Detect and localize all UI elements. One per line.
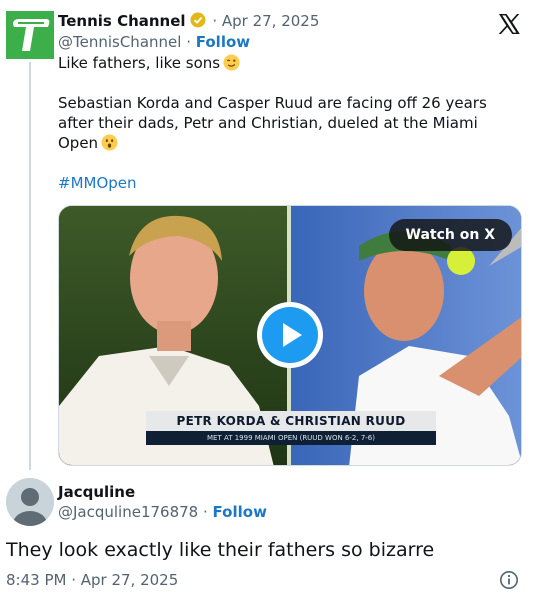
tweet-date[interactable]: Apr 27, 2025 (222, 12, 320, 30)
info-icon[interactable] (499, 570, 519, 590)
reply-timestamp[interactable]: 8:43 PM · Apr 27, 2025 (6, 570, 178, 590)
default-avatar-icon (6, 478, 54, 526)
video-media[interactable]: Watch on X PETR KORDA & CHRISTIAN RUUD M… (58, 205, 522, 466)
video-caption-title: PETR KORDA & CHRISTIAN RUUD (146, 411, 436, 431)
tweet-text: Like fathers, like sons Sebastian Korda … (58, 53, 518, 193)
verified-badge-icon (190, 12, 206, 28)
tweet-text-line: Sebastian Korda and Casper Ruud are faci… (58, 94, 487, 152)
reply-text: They look exactly like their fathers so … (6, 539, 435, 561)
author-handle-row: @TennisChannel · Follow (58, 33, 251, 51)
thread-connector-line (29, 62, 31, 470)
video-caption-subtitle: MET AT 1999 MIAMI OPEN (RUUD WON 6-2, 7-… (146, 431, 436, 445)
tweet-text-line: Like fathers, like sons (58, 54, 221, 72)
wink-emoji (223, 54, 240, 71)
play-button[interactable] (257, 302, 323, 368)
reply-author-name[interactable]: Jacquline (58, 482, 135, 502)
hashtag-link[interactable]: #MMOpen (58, 174, 137, 192)
astonished-emoji (101, 134, 118, 151)
reply-follow-button[interactable]: Follow (213, 503, 267, 521)
reply-handle-row: @Jacquline176878 · Follow (58, 503, 267, 521)
tennis-channel-logo (6, 11, 54, 59)
follow-button[interactable]: Follow (196, 33, 250, 51)
author-name[interactable]: Tennis Channel (58, 12, 186, 30)
watch-on-x-button[interactable]: Watch on X (388, 219, 512, 251)
author-handle[interactable]: @TennisChannel (58, 33, 181, 51)
quoted-tweet-header: Tennis Channel · Apr 27, 2025 (58, 12, 320, 30)
x-logo-icon[interactable] (497, 12, 521, 36)
reply-avatar[interactable] (6, 478, 54, 526)
tennis-channel-avatar[interactable] (6, 11, 54, 59)
play-icon (283, 323, 302, 347)
reply-author-handle[interactable]: @Jacquline176878 (58, 503, 198, 521)
